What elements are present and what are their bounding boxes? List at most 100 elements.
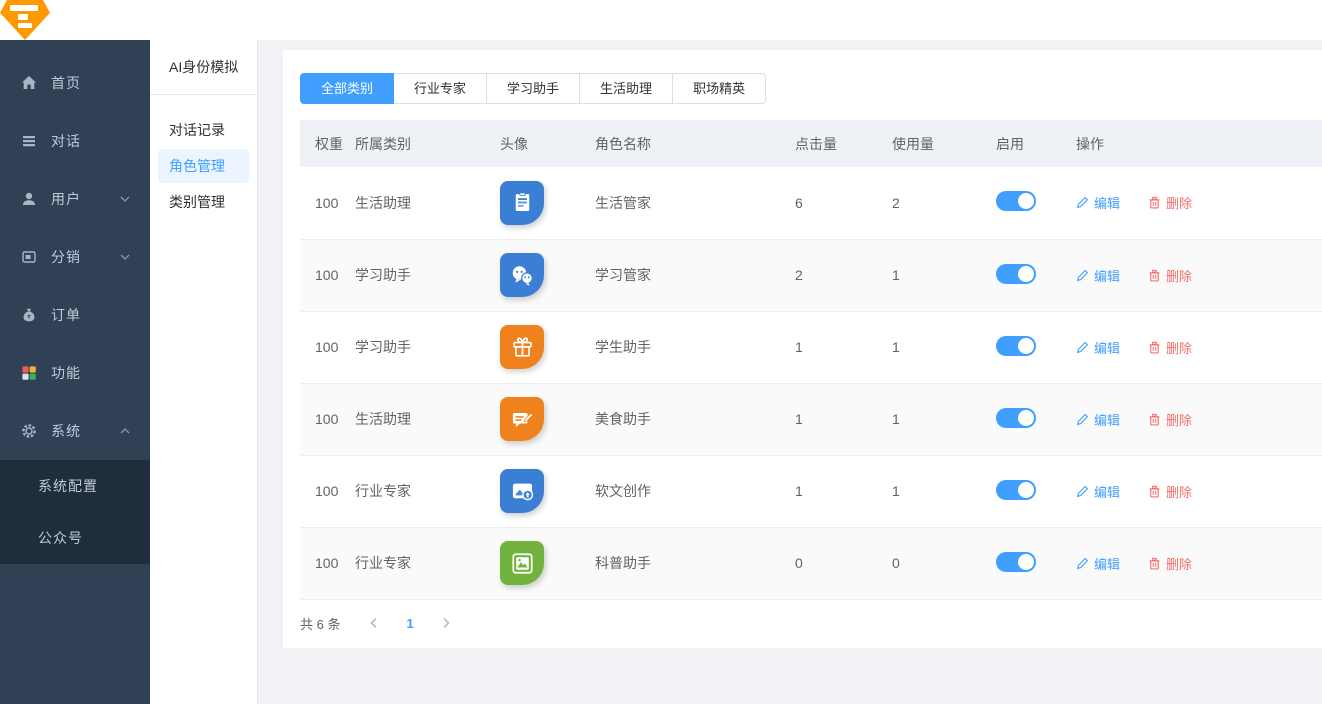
sidebar-item-orders[interactable]: 订单 xyxy=(0,286,150,344)
uses-cell: 2 xyxy=(892,167,996,239)
sidebar-item-system[interactable]: 系统 xyxy=(0,402,150,460)
pagination-prev-button[interactable] xyxy=(368,617,380,629)
chevron-down-icon xyxy=(120,254,130,260)
toggle-knob xyxy=(1018,554,1034,570)
role-avatar xyxy=(500,325,544,369)
panel-title: AI身份模拟 xyxy=(150,40,257,95)
column-header: 使用量 xyxy=(892,120,996,167)
table-header-row: 权重所属类别头像角色名称点击量使用量启用操作 xyxy=(300,120,1322,167)
delete-label: 删除 xyxy=(1166,193,1192,212)
role-avatar xyxy=(500,397,544,441)
sidebar-subitem-public-account[interactable]: 公众号 xyxy=(0,512,150,564)
actions-cell: 编辑 删除 xyxy=(1076,455,1322,527)
column-header: 头像 xyxy=(500,120,595,167)
weight-cell: 100 xyxy=(300,167,355,239)
delete-label: 删除 xyxy=(1166,482,1192,501)
sidebar-system-submenu: 系统配置公众号 xyxy=(0,460,150,564)
chevron-down-icon xyxy=(120,196,130,202)
trash-icon xyxy=(1148,269,1161,282)
sidebar-item-users[interactable]: 用户 xyxy=(0,170,150,228)
primary-sidebar: 首页对话用户分销订单功能系统系统配置公众号 xyxy=(0,40,150,704)
delete-label: 删除 xyxy=(1166,266,1192,285)
role-name-cell: 科普助手 xyxy=(595,527,795,599)
avatar-cell xyxy=(500,239,595,311)
edit-button[interactable]: 编辑 xyxy=(1076,554,1120,573)
column-header: 权重 xyxy=(300,120,355,167)
sidebar-item-features[interactable]: 功能 xyxy=(0,344,150,402)
delete-button[interactable]: 删除 xyxy=(1148,554,1192,573)
roles-table: 权重所属类别头像角色名称点击量使用量启用操作 100生活助理生活管家62编辑删除… xyxy=(300,120,1322,600)
panel-item-category-management[interactable]: 类别管理 xyxy=(158,185,249,219)
delete-button[interactable]: 删除 xyxy=(1148,338,1192,357)
enable-toggle[interactable] xyxy=(996,336,1036,356)
panel-menu: 对话记录角色管理类别管理 xyxy=(150,95,257,219)
clicks-cell: 6 xyxy=(795,167,892,239)
tab-all[interactable]: 全部类别 xyxy=(300,73,394,104)
secondary-sidebar: AI身份模拟 对话记录角色管理类别管理 xyxy=(150,40,258,704)
category-cell: 学习助手 xyxy=(355,311,500,383)
enable-cell xyxy=(996,167,1076,239)
uses-cell: 1 xyxy=(892,383,996,455)
sidebar-item-dialog[interactable]: 对话 xyxy=(0,112,150,170)
sidebar-item-label: 订单 xyxy=(51,305,81,325)
sidebar-menu: 首页对话用户分销订单功能系统系统配置公众号 xyxy=(0,54,150,564)
panel-item-dialog-records[interactable]: 对话记录 xyxy=(158,113,249,147)
image-upload-icon xyxy=(509,478,536,505)
enable-cell xyxy=(996,527,1076,599)
weight-cell: 100 xyxy=(300,455,355,527)
tab-workplace[interactable]: 职场精英 xyxy=(672,73,766,104)
chevron-up-icon xyxy=(120,428,130,434)
avatar-cell xyxy=(500,311,595,383)
avatar-cell xyxy=(500,455,595,527)
distribution-icon xyxy=(20,248,38,266)
role-name-cell: 美食助手 xyxy=(595,383,795,455)
tab-industry[interactable]: 行业专家 xyxy=(393,73,487,104)
delete-button[interactable]: 删除 xyxy=(1148,193,1192,212)
sidebar-item-label: 系统 xyxy=(51,421,81,441)
table-row: 100行业专家软文创作11编辑删除 xyxy=(300,455,1322,527)
pagination-current-page[interactable]: 1 xyxy=(406,616,413,631)
enable-toggle[interactable] xyxy=(996,191,1036,211)
edit-button[interactable]: 编辑 xyxy=(1076,193,1120,212)
sidebar-item-label: 功能 xyxy=(51,363,81,383)
delete-button[interactable]: 删除 xyxy=(1148,266,1192,285)
column-header: 所属类别 xyxy=(355,120,500,167)
photo-icon xyxy=(509,550,536,577)
role-avatar xyxy=(500,253,544,297)
toggle-knob xyxy=(1018,266,1034,282)
document-icon xyxy=(509,189,536,216)
sidebar-subitem-system-config[interactable]: 系统配置 xyxy=(0,460,150,512)
enable-toggle[interactable] xyxy=(996,552,1036,572)
enable-cell xyxy=(996,239,1076,311)
tab-study[interactable]: 学习助手 xyxy=(486,73,580,104)
uses-cell: 0 xyxy=(892,527,996,599)
enable-cell xyxy=(996,383,1076,455)
gear-icon xyxy=(20,422,38,440)
trash-icon xyxy=(1148,196,1161,209)
clicks-cell: 0 xyxy=(795,527,892,599)
user-icon xyxy=(20,190,38,208)
main-content: 全部类别行业专家学习助手生活助理职场精英 权重所属类别头像角色名称点击量使用量启… xyxy=(258,40,1322,704)
delete-button[interactable]: 删除 xyxy=(1148,482,1192,501)
list-icon xyxy=(20,132,38,150)
edit-label: 编辑 xyxy=(1094,410,1120,429)
edit-button[interactable]: 编辑 xyxy=(1076,410,1120,429)
moneybag-icon xyxy=(20,306,38,324)
edit-button[interactable]: 编辑 xyxy=(1076,482,1120,501)
edit-button[interactable]: 编辑 xyxy=(1076,338,1120,357)
chevron-left-icon xyxy=(368,617,380,629)
sidebar-item-distribution[interactable]: 分销 xyxy=(0,228,150,286)
edit-button[interactable]: 编辑 xyxy=(1076,266,1120,285)
sidebar-item-home[interactable]: 首页 xyxy=(0,54,150,112)
panel-item-role-management[interactable]: 角色管理 xyxy=(158,149,249,183)
trash-icon xyxy=(1148,557,1161,570)
pagination-next-button[interactable] xyxy=(440,617,452,629)
tab-life[interactable]: 生活助理 xyxy=(579,73,673,104)
delete-button[interactable]: 删除 xyxy=(1148,410,1192,429)
enable-toggle[interactable] xyxy=(996,264,1036,284)
topbar xyxy=(0,0,1322,40)
trash-icon xyxy=(1148,485,1161,498)
grid-icon xyxy=(20,364,38,382)
enable-toggle[interactable] xyxy=(996,408,1036,428)
enable-toggle[interactable] xyxy=(996,480,1036,500)
